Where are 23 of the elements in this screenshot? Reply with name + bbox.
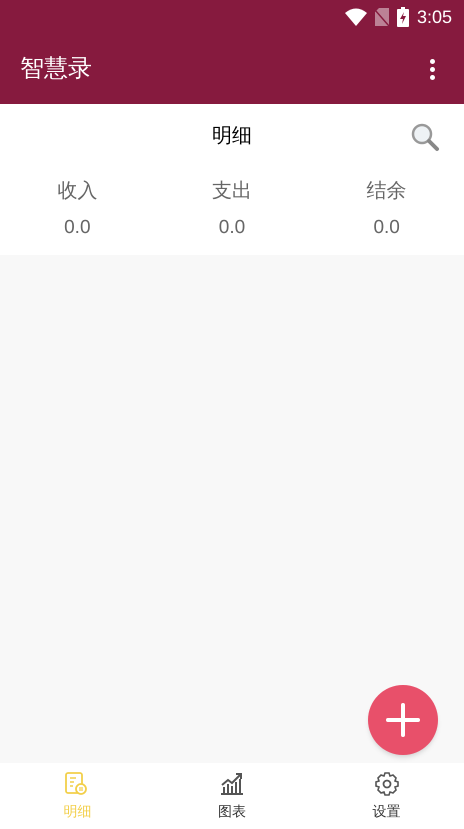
nav-label: 设置 [372, 802, 401, 820]
summary-value: 0.0 [373, 216, 400, 240]
search-button[interactable] [410, 122, 440, 152]
status-time: 3:05 [416, 6, 452, 28]
battery-charging-icon [396, 7, 409, 27]
app-title: 智慧录 [20, 54, 92, 84]
plus-icon [386, 703, 420, 737]
add-button[interactable] [368, 685, 438, 755]
summary-label: 结余 [366, 179, 407, 204]
summary-value: 0.0 [218, 216, 246, 240]
nav-label: 图表 [218, 802, 246, 820]
settings-icon [374, 770, 400, 796]
search-icon [410, 122, 440, 152]
wifi-icon [344, 8, 367, 26]
summary-value: 0.0 [64, 216, 91, 240]
nav-tab[interactable]: 图表 [154, 763, 310, 829]
page-title: 明细 [212, 124, 252, 149]
no-sim-icon [374, 8, 389, 26]
summary-label: 收入 [57, 179, 98, 204]
chart-icon [218, 770, 245, 796]
nav-label: 明细 [63, 802, 92, 820]
summary-label: 支出 [212, 179, 252, 204]
nav-tab[interactable]: 设置 [309, 763, 464, 829]
